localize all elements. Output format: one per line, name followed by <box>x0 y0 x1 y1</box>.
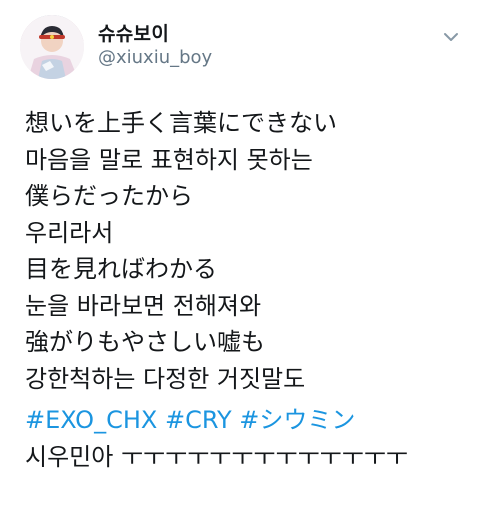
author-display-name[interactable]: 슈슈보이 <box>98 23 169 45</box>
chevron-down-icon[interactable] <box>442 28 460 46</box>
tweet-line: 目を見ればわかる <box>25 255 217 283</box>
avatar[interactable] <box>20 15 84 79</box>
hashtag-row: #EXO_CHX #CRY #シウミン <box>25 403 465 437</box>
tweet-card: 슈슈보이 @xiuxiu_boy 想いを上手く言葉にできない 마음을 말로 표현… <box>0 0 480 523</box>
tweet-line: 우리라서 <box>25 218 114 247</box>
tweet-line: 僕らだったから <box>25 182 193 210</box>
avatar-image <box>20 15 84 79</box>
tweet-line: 強がりもやさしい嘘も <box>25 328 265 356</box>
tweet-line: 想いを上手く言葉にできない <box>25 109 337 137</box>
tweet-line: 마음을 말로 표현하지 못하는 <box>25 145 313 174</box>
tweet-line: 강한척하는 다정한 거짓말도 <box>25 364 306 393</box>
hashtag-cry[interactable]: #CRY <box>165 406 232 434</box>
tweet-line: 눈을 바라보면 전해져와 <box>25 291 262 320</box>
hashtag-exo-chx[interactable]: #EXO_CHX <box>25 406 157 434</box>
author-handle[interactable]: @xiuxiu_boy <box>98 47 212 69</box>
hashtag-xiumin[interactable]: #シウミン <box>239 406 355 434</box>
tweet-text: 想いを上手く言葉にできない 마음을 말로 표현하지 못하는 僕らだったから 우리… <box>25 105 465 477</box>
tweet-last-line: 시우민아 ㅜㅜㅜㅜㅜㅜㅜㅜㅜㅜㅜㅜㅜ <box>25 443 408 471</box>
